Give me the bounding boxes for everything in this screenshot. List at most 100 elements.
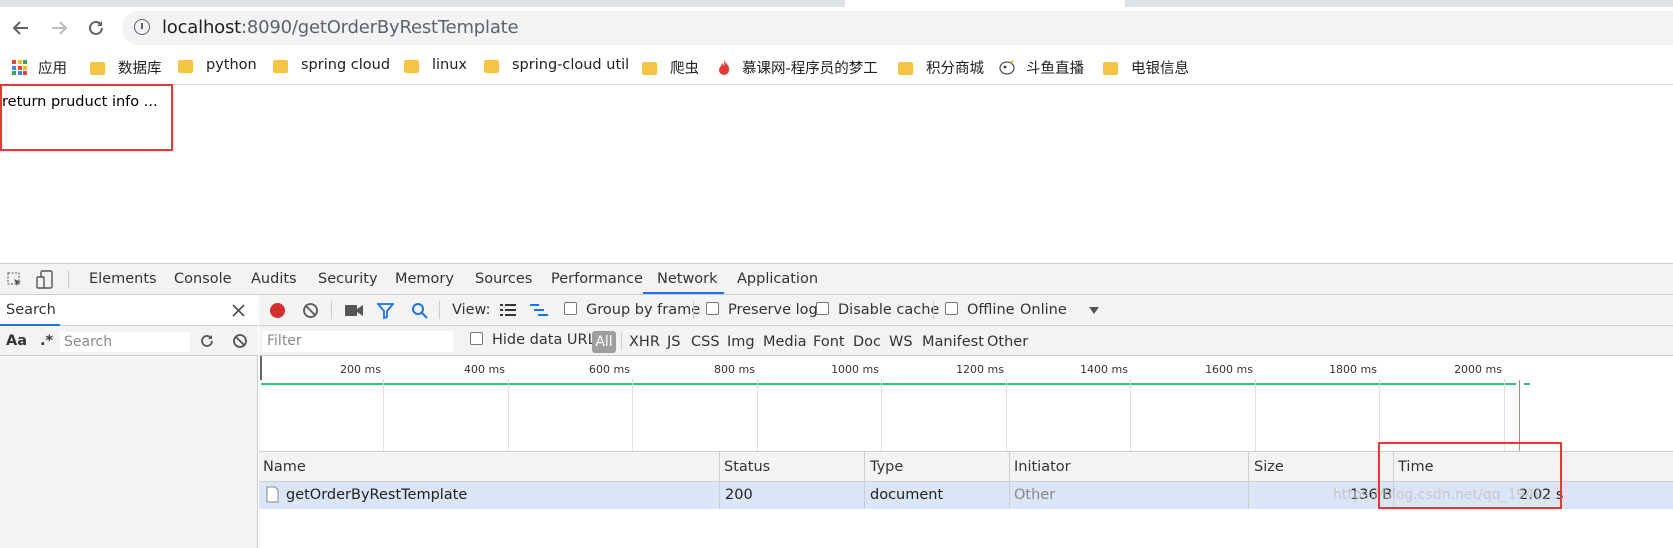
checkbox[interactable]: [706, 302, 719, 315]
timeline-tick: 200 ms: [340, 363, 381, 376]
search-input[interactable]: Search: [60, 332, 190, 352]
apps-grid-icon: [12, 60, 27, 75]
divider: [693, 301, 694, 319]
bookmark-folder[interactable]: spring-cloud util: [484, 57, 629, 73]
type-filter-font[interactable]: Font: [813, 334, 845, 350]
bookmark-folder[interactable]: 爬虫: [642, 57, 699, 78]
url-text[interactable]: localhost:8090/getOrderByRestTemplate: [162, 17, 519, 38]
view-label: View:: [452, 302, 491, 318]
grid-line: [383, 378, 384, 451]
timeline-tick: 1000 ms: [831, 363, 879, 376]
douyu-icon: [999, 60, 1015, 75]
column-initiator[interactable]: Initiator: [1014, 459, 1071, 475]
type-filter-css[interactable]: CSS: [691, 334, 720, 350]
chevron-down-icon[interactable]: [1089, 307, 1099, 314]
timeline-tick: 1400 ms: [1080, 363, 1128, 376]
overview-left-handle[interactable]: [260, 356, 262, 380]
hide-data-urls-checkbox[interactable]: Hide data URLs: [470, 332, 603, 348]
disable-cache-checkbox[interactable]: Disable cache: [816, 302, 939, 318]
group-by-frame-checkbox[interactable]: Group by frame: [564, 302, 700, 318]
match-case-button[interactable]: Aa: [6, 333, 27, 349]
folder-icon: [178, 59, 193, 73]
search-panel-header: Search: [0, 295, 258, 326]
type-filter-js[interactable]: JS: [667, 334, 680, 350]
bookmark-apps[interactable]: 应用: [12, 57, 67, 78]
type-filter-manifest[interactable]: Manifest: [922, 334, 984, 350]
info-icon[interactable]: [134, 19, 150, 35]
regex-button[interactable]: .*: [40, 333, 53, 349]
address-bar[interactable]: localhost:8090/getOrderByRestTemplate: [122, 11, 1673, 45]
list-view-icon[interactable]: [500, 304, 516, 317]
bookmark-douyu[interactable]: 斗鱼直播: [998, 57, 1084, 78]
checkbox[interactable]: [945, 302, 958, 315]
active-tab[interactable]: [845, 0, 1125, 7]
grid-line: [508, 378, 509, 451]
bookmark-imooc[interactable]: 慕课网-程序员的梦工: [717, 57, 878, 78]
tab-sources[interactable]: Sources: [475, 271, 532, 287]
bookmark-folder[interactable]: 电银信息: [1103, 57, 1189, 78]
bookmark-folder[interactable]: python: [178, 57, 257, 73]
tab-strip: [0, 0, 1673, 7]
search-icon[interactable]: [411, 302, 428, 319]
offline-checkbox[interactable]: Offline: [945, 302, 1015, 318]
record-icon[interactable]: [269, 302, 286, 319]
tab-memory[interactable]: Memory: [395, 271, 454, 287]
arrow-left-icon: [12, 21, 28, 35]
bookmark-folder[interactable]: spring cloud: [273, 57, 390, 73]
tab-elements[interactable]: Elements: [89, 271, 157, 287]
grid-line: [1006, 378, 1007, 451]
type-filter-doc[interactable]: Doc: [853, 334, 881, 350]
type-filter-xhr[interactable]: XHR: [629, 334, 660, 350]
refresh-icon[interactable]: [199, 333, 215, 349]
request-name[interactable]: getOrderByRestTemplate: [286, 487, 467, 503]
type-filter-img[interactable]: Img: [727, 334, 755, 350]
forward-button[interactable]: [48, 17, 70, 39]
column-status[interactable]: Status: [724, 459, 770, 475]
throttling-value: Online: [1020, 302, 1067, 318]
annotation-box: [0, 84, 173, 151]
reload-button[interactable]: [85, 17, 107, 39]
folder-icon: [404, 59, 419, 73]
camera-icon[interactable]: [345, 304, 363, 317]
bookmark-folder[interactable]: 数据库: [90, 57, 162, 78]
column-size[interactable]: Size: [1254, 459, 1284, 475]
network-overview[interactable]: 200 ms 400 ms 600 ms 800 ms 1000 ms 1200…: [259, 356, 1673, 452]
folder-icon: [273, 59, 288, 73]
search-panel-title[interactable]: Search: [6, 302, 56, 318]
browser-toolbar: localhost:8090/getOrderByRestTemplate: [0, 7, 1673, 50]
clear-icon[interactable]: [232, 333, 248, 349]
column-name[interactable]: Name: [263, 459, 306, 475]
filter-icon[interactable]: [377, 303, 394, 319]
tab-audits[interactable]: Audits: [251, 271, 297, 287]
tab-console[interactable]: Console: [174, 271, 232, 287]
column-type[interactable]: Type: [870, 459, 903, 475]
grid-line: [632, 378, 633, 451]
preserve-log-checkbox[interactable]: Preserve log: [706, 302, 818, 318]
type-filter-all[interactable]: All: [592, 331, 616, 353]
back-button[interactable]: [10, 17, 32, 39]
type-filter-other[interactable]: Other: [987, 334, 1028, 350]
close-icon[interactable]: [232, 304, 245, 317]
checkbox[interactable]: [470, 332, 483, 345]
type-filter-media[interactable]: Media: [763, 334, 807, 350]
waterfall-view-icon[interactable]: [530, 303, 548, 318]
bookmark-folder[interactable]: 积分商城: [898, 57, 984, 78]
request-type: document: [870, 487, 944, 503]
device-toolbar-icon[interactable]: [36, 270, 54, 290]
checkbox[interactable]: [816, 302, 829, 315]
tab-performance[interactable]: Performance: [551, 271, 643, 287]
clear-log-icon[interactable]: [302, 302, 319, 319]
filter-input[interactable]: Filter: [263, 331, 453, 352]
throttling-select[interactable]: Online: [1020, 302, 1067, 318]
type-filter-ws[interactable]: WS: [889, 334, 913, 350]
grid-line: [1379, 378, 1380, 451]
tab-network[interactable]: Network: [657, 271, 718, 287]
bookmark-folder[interactable]: linux: [404, 57, 467, 73]
folder-icon: [484, 59, 499, 73]
checkbox[interactable]: [564, 302, 577, 315]
bookmark-label: 数据库: [118, 61, 162, 77]
divider: [331, 301, 332, 319]
tab-application[interactable]: Application: [737, 271, 818, 287]
inspect-element-icon[interactable]: [7, 272, 23, 288]
tab-security[interactable]: Security: [318, 271, 378, 287]
